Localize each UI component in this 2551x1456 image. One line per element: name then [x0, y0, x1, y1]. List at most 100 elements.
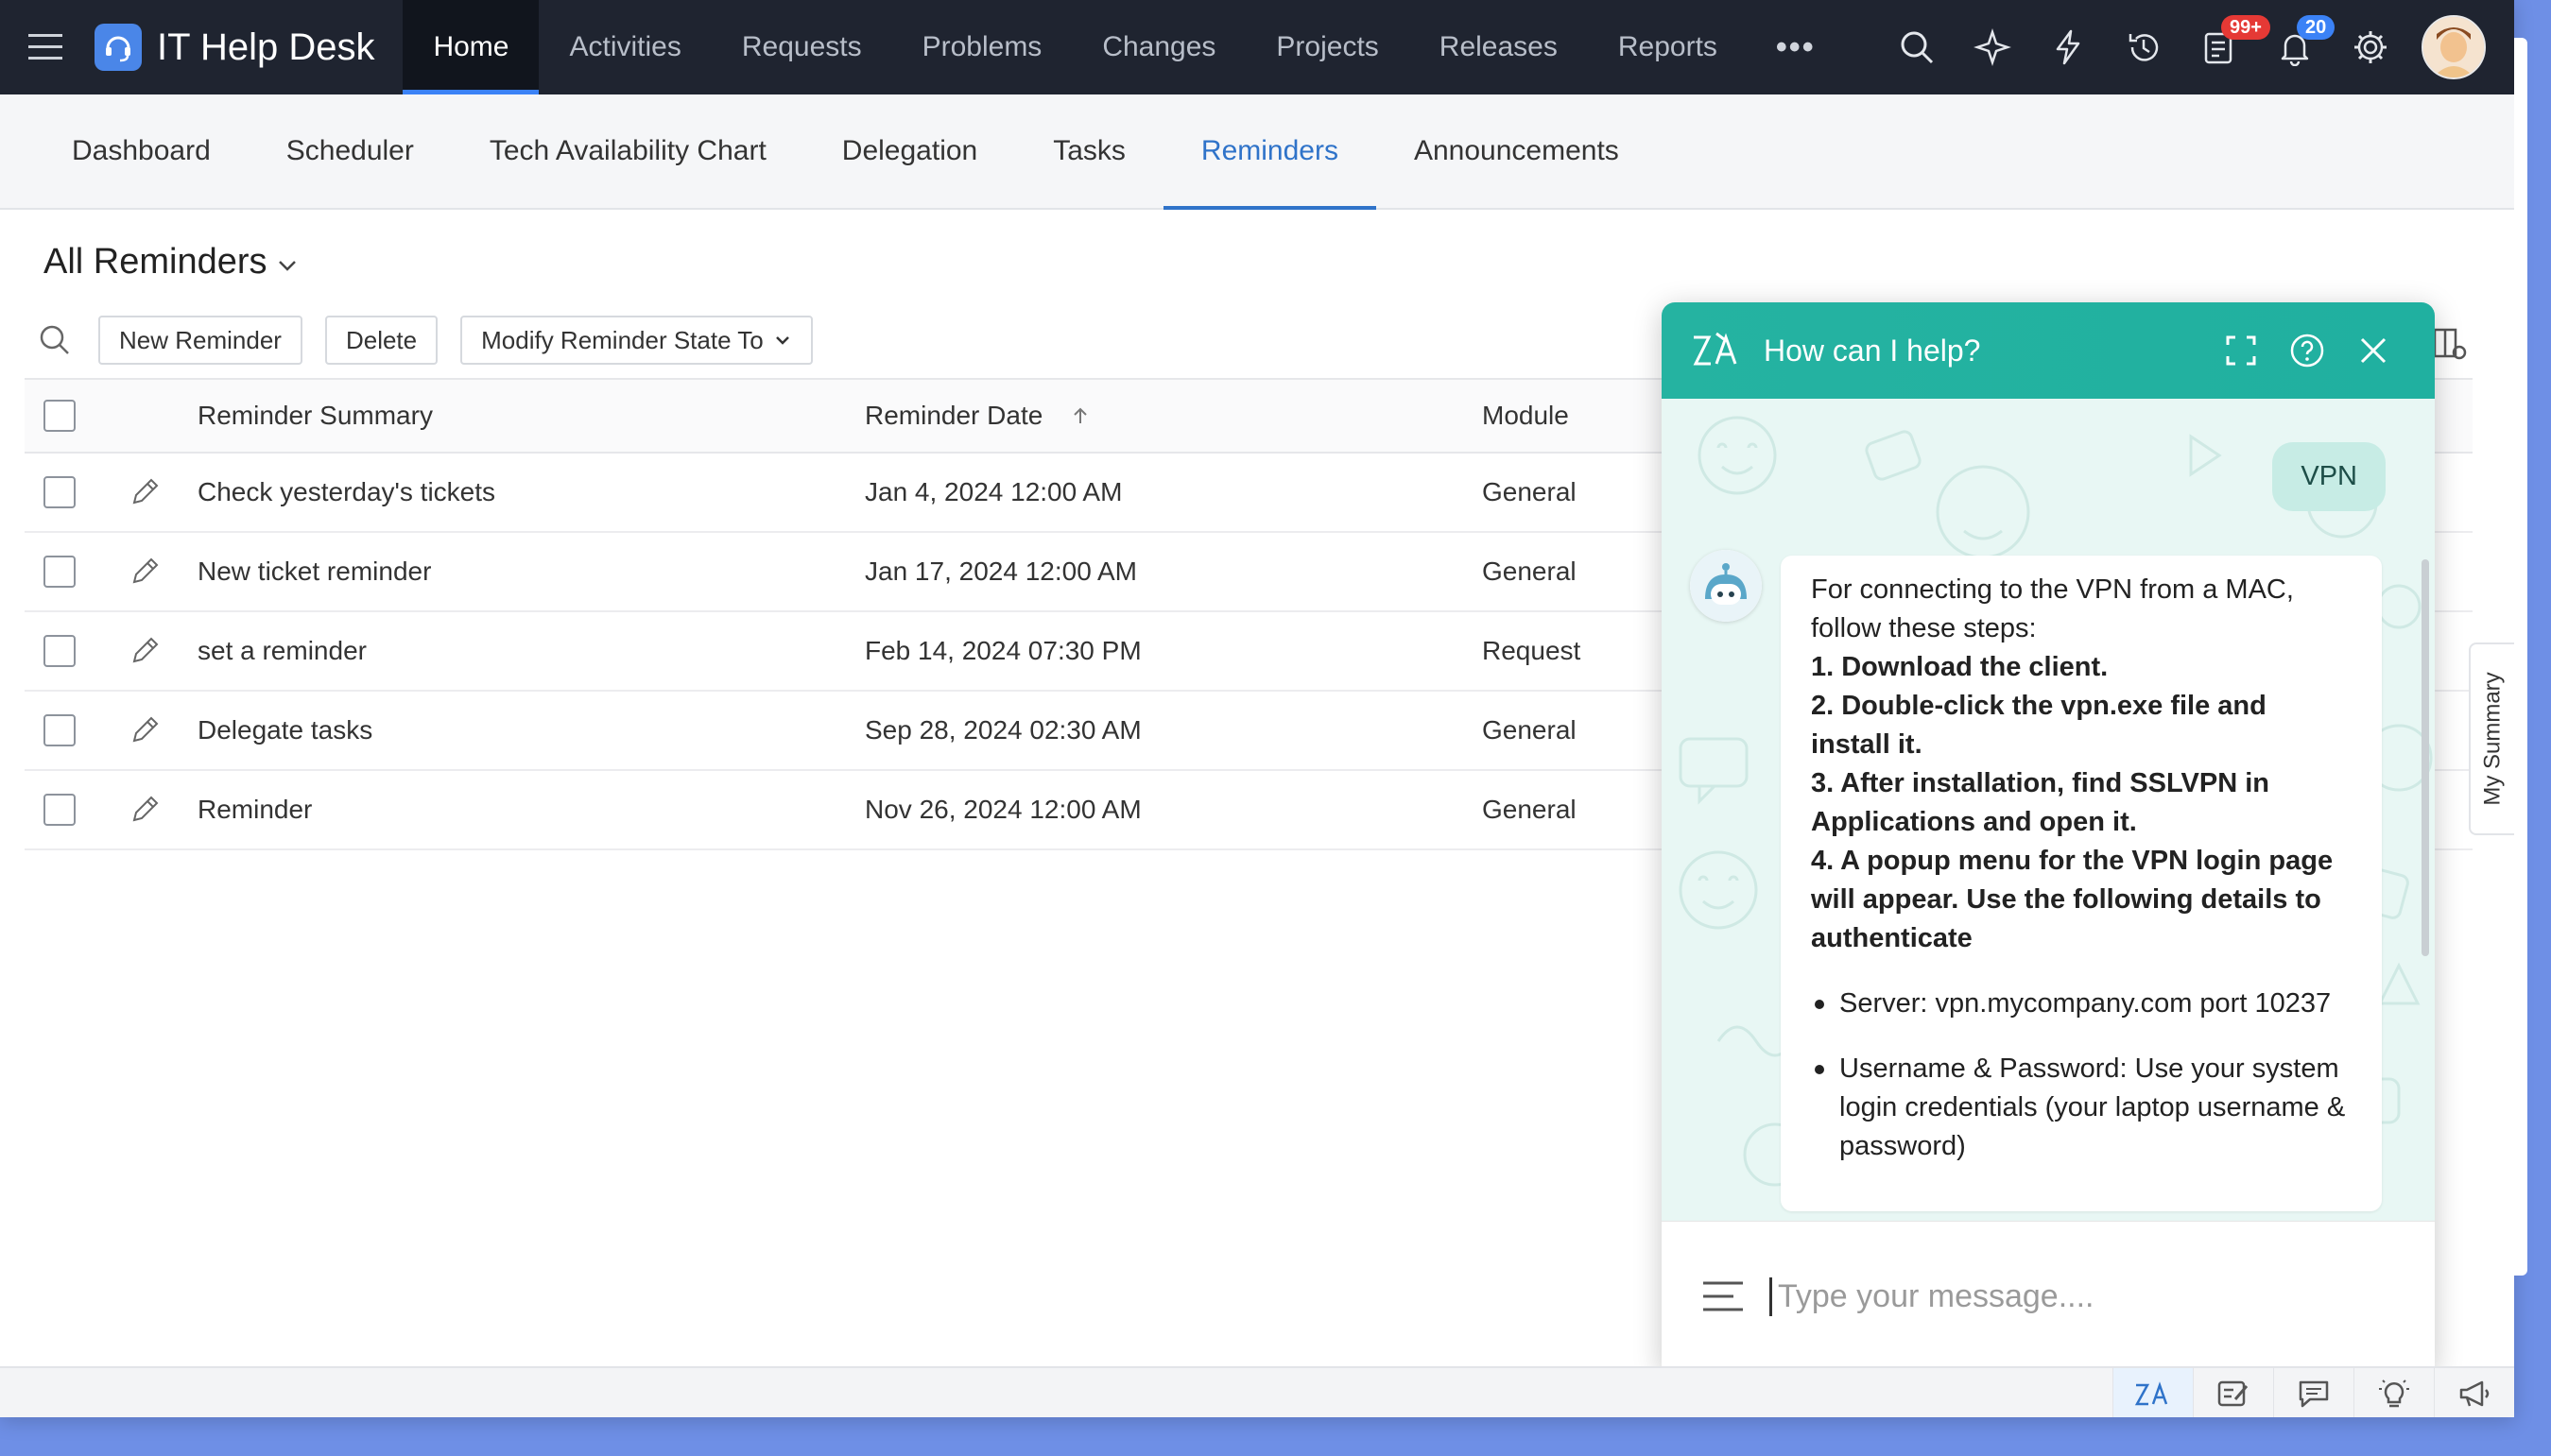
chat-menu-icon[interactable]: [1690, 1279, 1756, 1313]
bell-icon[interactable]: 20: [2257, 0, 2336, 94]
bot-bullet-list: Server: vpn.mycompany.com port 10237 Use…: [1811, 985, 2350, 1166]
nav-reports[interactable]: Reports: [1588, 0, 1748, 94]
edit-pencil-icon[interactable]: [129, 476, 161, 508]
nav-home[interactable]: Home: [403, 0, 540, 94]
reminder-summary[interactable]: Reminder: [198, 795, 865, 825]
tab-dashboard[interactable]: Dashboard: [0, 94, 249, 208]
tab-reminders[interactable]: Reminders: [1163, 94, 1377, 210]
tasks-icon[interactable]: 99+: [2181, 0, 2270, 94]
bot-bullet-server: Server: vpn.mycompany.com port 10237: [1811, 985, 2350, 1023]
tab-announcements[interactable]: Announcements: [1376, 94, 1657, 208]
new-reminder-button[interactable]: New Reminder: [98, 316, 302, 365]
bot-message-bubble: For connecting to the VPN from a MAC, fo…: [1781, 556, 2382, 1211]
row-checkbox[interactable]: [43, 794, 76, 826]
reminder-date: Feb 14, 2024 07:30 PM: [865, 636, 1142, 665]
bot-step: 3. After installation, find SSLVPN in Ap…: [1811, 768, 2269, 837]
nav-right-icons: 99+ 20: [1879, 0, 2514, 94]
reminder-summary[interactable]: Delegate tasks: [198, 715, 865, 745]
bottom-bar: [0, 1366, 2514, 1417]
delete-button[interactable]: Delete: [324, 316, 439, 365]
announcement-icon[interactable]: [2434, 1368, 2514, 1417]
header-reminder-date[interactable]: Reminder Date: [865, 401, 1482, 431]
my-summary-tab[interactable]: My Summary: [2469, 642, 2514, 835]
notes-icon[interactable]: [2193, 1368, 2273, 1417]
chat-icon[interactable]: [2273, 1368, 2353, 1417]
gear-icon[interactable]: [2333, 0, 2408, 94]
header-reminder-date-label: Reminder Date: [865, 401, 1043, 430]
bot-intro: For connecting to the VPN from a MAC, fo…: [1811, 574, 2294, 643]
modify-reminder-state-label: Modify Reminder State To: [481, 325, 764, 354]
more-nav-icon[interactable]: •••: [1748, 0, 1844, 94]
row-checkbox[interactable]: [43, 476, 76, 508]
chat-message-input[interactable]: [1769, 1276, 2347, 1316]
chevron-down-icon: [775, 336, 789, 345]
sub-navigation: Dashboard Scheduler Tech Availability Ch…: [0, 94, 2514, 210]
search-icon[interactable]: [1879, 0, 1955, 94]
bottom-bar-icons: [2112, 1368, 2514, 1417]
edit-pencil-icon[interactable]: [129, 556, 161, 588]
bot-avatar-icon: [1690, 550, 1762, 622]
bot-bullet-credentials: Username & Password: Use your system log…: [1811, 1050, 2350, 1166]
edit-pencil-icon[interactable]: [129, 714, 161, 746]
lightning-icon[interactable]: [2030, 0, 2106, 94]
row-checkbox[interactable]: [43, 635, 76, 667]
nav-projects[interactable]: Projects: [1246, 0, 1408, 94]
history-icon[interactable]: [2106, 0, 2181, 94]
reminder-date: Nov 26, 2024 12:00 AM: [865, 795, 1142, 824]
help-icon[interactable]: [2274, 317, 2340, 384]
user-avatar[interactable]: [2422, 15, 2486, 79]
magic-icon[interactable]: [1955, 0, 2030, 94]
select-all-checkbox[interactable]: [43, 400, 76, 432]
chat-input-area: [1662, 1221, 2435, 1370]
edit-pencil-icon[interactable]: [129, 794, 161, 826]
user-message-bubble: VPN: [2272, 442, 2386, 511]
top-navigation: IT Help Desk Home Activities Requests Pr…: [0, 0, 2514, 94]
bot-step: 2. Double-click the vpn.exe file and ins…: [1811, 691, 2267, 760]
toolbar: New Reminder Delete Modify Reminder Stat…: [38, 316, 836, 365]
nav-releases[interactable]: Releases: [1409, 0, 1588, 94]
reminder-summary[interactable]: set a reminder: [198, 636, 865, 666]
nav-activities[interactable]: Activities: [539, 0, 711, 94]
chat-title: How can I help?: [1764, 333, 1981, 368]
brand[interactable]: IT Help Desk: [95, 0, 403, 94]
bot-step: 1. Download the client.: [1811, 652, 2109, 682]
app-window: IT Help Desk Home Activities Requests Pr…: [0, 0, 2514, 1417]
chatbot-panel: How can I help? VPN For connecting to th…: [1662, 302, 2435, 1370]
reminder-date: Sep 28, 2024 02:30 AM: [865, 715, 1142, 745]
chat-header: How can I help?: [1662, 302, 2435, 399]
tab-scheduler[interactable]: Scheduler: [249, 94, 452, 208]
nav-changes[interactable]: Changes: [1072, 0, 1246, 94]
expand-icon[interactable]: [2208, 317, 2274, 384]
page-title-text: All Reminders: [43, 242, 267, 282]
row-checkbox[interactable]: [43, 714, 76, 746]
zia-icon[interactable]: [2112, 1368, 2193, 1417]
lightbulb-icon[interactable]: [2353, 1368, 2434, 1417]
chat-scrollbar[interactable]: [2422, 559, 2429, 956]
tab-delegation[interactable]: Delegation: [804, 94, 1015, 208]
modify-reminder-state-dropdown[interactable]: Modify Reminder State To: [460, 316, 813, 365]
hamburger-menu-icon[interactable]: [0, 0, 95, 94]
reminder-date: Jan 4, 2024 12:00 AM: [865, 477, 1123, 506]
chat-messages: VPN For connecting to the VPN from a MAC…: [1662, 399, 2435, 1221]
reminder-summary[interactable]: New ticket reminder: [198, 557, 865, 587]
tab-tech-availability-chart[interactable]: Tech Availability Chart: [452, 94, 804, 208]
zia-logo-icon: [1693, 332, 1737, 366]
page-title[interactable]: All Reminders: [43, 242, 300, 283]
header-reminder-summary[interactable]: Reminder Summary: [198, 401, 865, 431]
tab-tasks[interactable]: Tasks: [1015, 94, 1163, 208]
my-summary-label: My Summary: [2480, 672, 2506, 806]
notifications-badge: 20: [2297, 15, 2336, 40]
brand-name: IT Help Desk: [157, 26, 375, 68]
bot-step: 4. A popup menu for the VPN login page w…: [1811, 846, 2334, 953]
edit-pencil-icon[interactable]: [129, 635, 161, 667]
chevron-down-icon: [278, 260, 296, 271]
search-icon[interactable]: [38, 319, 79, 361]
reminder-date: Jan 17, 2024 12:00 AM: [865, 557, 1137, 586]
close-icon[interactable]: [2340, 317, 2406, 384]
nav-problems[interactable]: Problems: [892, 0, 1073, 94]
reminder-summary[interactable]: Check yesterday's tickets: [198, 477, 865, 507]
nav-requests[interactable]: Requests: [712, 0, 892, 94]
row-checkbox[interactable]: [43, 556, 76, 588]
headset-logo-icon: [95, 24, 142, 71]
column-settings-icon[interactable]: [2431, 326, 2469, 368]
